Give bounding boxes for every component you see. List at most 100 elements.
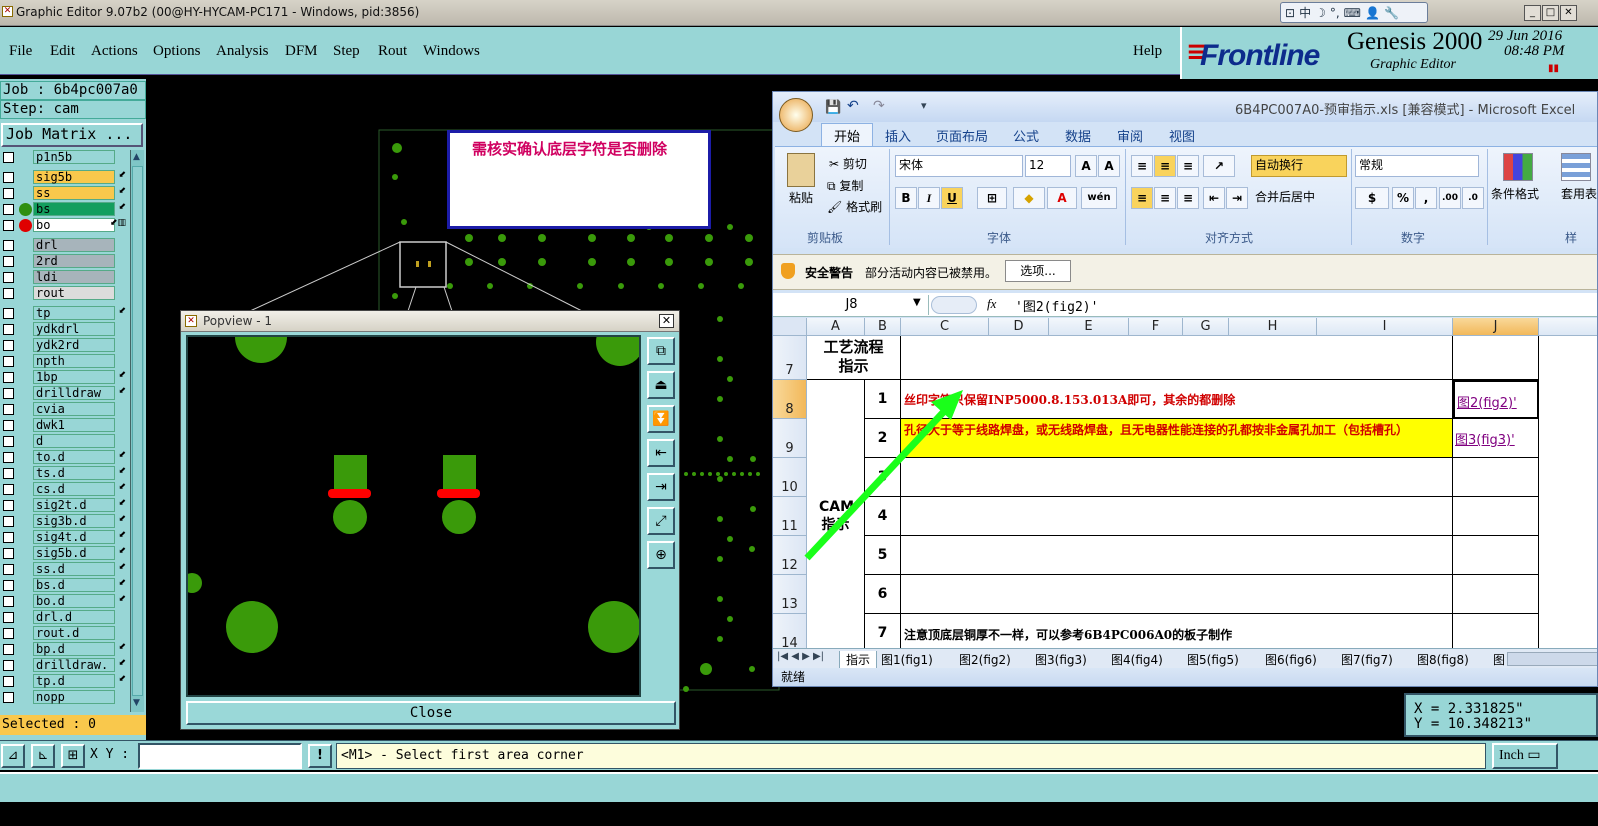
layer-checkbox[interactable] [3, 436, 14, 447]
layer-name[interactable]: sig3b.d [33, 514, 115, 528]
sheet-tab-9[interactable]: 图 [1493, 651, 1505, 668]
sheet-tab-5[interactable]: 图5(fig5) [1187, 651, 1239, 668]
layer-checkbox[interactable] [3, 240, 14, 251]
units-select[interactable]: Inch ▭ [1492, 743, 1558, 769]
scroll-up-icon[interactable]: ▲ [133, 152, 143, 162]
layer-checkbox[interactable] [3, 676, 14, 687]
layer-color-dot[interactable] [19, 203, 32, 216]
grid-icon[interactable]: ⊞ [61, 744, 85, 768]
popview-window[interactable]: ✕ Popview - 1 ✕ ⧉ ⏏ ⏬ ⇤ ⇥ ⤢ ⊕ Close [180, 310, 680, 730]
menu-actions[interactable]: Actions [91, 43, 138, 60]
layer-checkbox[interactable] [3, 660, 14, 671]
layer-row[interactable]: rout.d [0, 626, 130, 641]
layer-row[interactable]: ts.d ⬋ [0, 466, 130, 481]
layer-row[interactable]: rout [0, 286, 130, 301]
lang-bar-item[interactable]: ☽ [1315, 5, 1326, 21]
layer-row[interactable]: drilldraw ⬋ [0, 386, 130, 401]
layer-name[interactable]: to.d [33, 450, 115, 464]
layer-checkbox[interactable] [3, 644, 14, 655]
excel-qat-menu-icon[interactable]: ▾ [921, 99, 927, 112]
popview-fit-icon[interactable]: ⧉ [647, 337, 675, 365]
layer-name[interactable]: 1bp [33, 370, 115, 384]
excel-redo-icon[interactable]: ↷ [873, 98, 885, 114]
menu-file[interactable]: File [9, 43, 32, 60]
layer-color-dot[interactable] [19, 219, 32, 232]
layer-name[interactable]: ts.d [33, 466, 115, 480]
layer-name[interactable]: rout.d [33, 626, 115, 640]
layer-checkbox[interactable] [3, 484, 14, 495]
currency-icon[interactable]: $ [1355, 187, 1389, 209]
layer-row[interactable]: nopp [0, 690, 130, 705]
language-bar[interactable]: ⊡ 中 ☽ °, ⌨ 👤 🔧 [1280, 2, 1428, 23]
layer-row[interactable]: 2rd [0, 254, 130, 269]
layer-name[interactable]: cvia [33, 402, 115, 416]
layer-checkbox[interactable] [3, 388, 14, 399]
menu-options[interactable]: Options [153, 43, 201, 60]
layer-checkbox[interactable] [3, 272, 14, 283]
layer-name[interactable]: ydk2rd [33, 338, 115, 352]
layer-name[interactable]: ldi [33, 270, 115, 284]
merge-center-button[interactable]: 合并后居中 [1251, 187, 1347, 209]
decrease-indent-icon[interactable]: ⇤ [1203, 187, 1225, 209]
layer-name[interactable]: ss [33, 186, 115, 200]
align-top-icon[interactable]: ≡ [1131, 155, 1153, 177]
tab-home[interactable]: 开始 [821, 123, 874, 147]
tab-page-layout[interactable]: 页面布局 [936, 126, 988, 145]
conditional-format-button[interactable]: 条件格式 [1491, 185, 1539, 202]
horizontal-scrollbar[interactable] [1507, 652, 1597, 666]
layer-name[interactable]: ydkdrl [33, 322, 115, 336]
italic-button[interactable]: I [918, 187, 940, 209]
align-right-icon[interactable]: ≡ [1177, 187, 1199, 209]
tab-data[interactable]: 数据 [1065, 126, 1091, 145]
layer-checkbox[interactable] [3, 468, 14, 479]
layer-row[interactable]: bs.d ⬋ [0, 578, 130, 593]
scroll-down-icon[interactable]: ▼ [133, 698, 143, 708]
layer-row[interactable]: npth [0, 354, 130, 369]
layer-checkbox[interactable] [3, 692, 14, 703]
excel-title-bar[interactable]: 💾 ↶ ↷ ▾ 6B4PC007A0-预审指示.xls [兼容模式] - Mic… [773, 92, 1597, 122]
increase-decimal-icon[interactable]: .00 [1439, 187, 1461, 209]
sheet-tab-6[interactable]: 图6(fig6) [1265, 651, 1317, 668]
popview-zoom-in-icon[interactable]: ⊕ [647, 541, 675, 569]
layer-checkbox[interactable] [3, 308, 14, 319]
layer-checkbox[interactable] [3, 532, 14, 543]
layer-row[interactable]: to.d ⬋ [0, 450, 130, 465]
layer-checkbox[interactable] [3, 500, 14, 511]
lang-bar-item[interactable]: ⌨ [1344, 5, 1361, 21]
scroll-thumb[interactable] [132, 166, 143, 696]
layer-checkbox[interactable] [3, 452, 14, 463]
layer-row[interactable]: drl [0, 238, 130, 253]
sheet-nav-icon[interactable]: |◀ ◀ ▶ ▶| [777, 651, 824, 662]
layer-checkbox[interactable] [3, 288, 14, 299]
shrink-font-button[interactable]: A [1098, 155, 1120, 177]
layer-row[interactable]: cs.d ⬋ [0, 482, 130, 497]
underline-button[interactable]: U [941, 187, 963, 209]
increase-indent-icon[interactable]: ⇥ [1226, 187, 1248, 209]
excel-quick-access-save-icon[interactable]: 💾 [825, 100, 841, 115]
xy-input[interactable] [138, 743, 302, 769]
paste-button[interactable]: 粘贴 [789, 189, 813, 206]
lang-bar-item[interactable]: 🔧 [1384, 5, 1399, 21]
excel-undo-icon[interactable]: ↶ [847, 98, 859, 114]
sheet-tab-0[interactable]: 指示 [839, 651, 878, 668]
align-middle-icon[interactable]: ≡ [1154, 155, 1176, 177]
popview-close-icon[interactable]: ✕ [659, 314, 674, 328]
layer-name[interactable]: bo [33, 218, 115, 232]
window-title-bar[interactable]: ✕ Graphic Editor 9.07b2 (00@HY-HYCAM-PC1… [0, 0, 1598, 26]
menu-windows[interactable]: Windows [423, 43, 480, 60]
layer-name[interactable]: npth [33, 354, 115, 368]
layer-name[interactable]: 2rd [33, 254, 115, 268]
layer-name[interactable]: nopp [33, 690, 115, 704]
align-left-icon[interactable]: ≡ [1131, 187, 1153, 209]
font-size-select[interactable]: 12 [1025, 155, 1071, 177]
popview-pan-down-icon[interactable]: ⏬ [647, 405, 675, 433]
sheet-tab-8[interactable]: 图8(fig8) [1417, 651, 1469, 668]
copy-button[interactable]: ⧉ 复制 [827, 177, 863, 194]
decrease-decimal-icon[interactable]: .0 [1462, 187, 1484, 209]
layer-checkbox[interactable] [3, 204, 14, 215]
layer-checkbox[interactable] [3, 172, 14, 183]
paste-icon[interactable] [787, 153, 815, 187]
bold-button[interactable]: B [895, 187, 917, 209]
layer-row[interactable]: 1bp ⬋ [0, 370, 130, 385]
format-painter-button[interactable]: 🖌 格式刷 [827, 198, 882, 215]
